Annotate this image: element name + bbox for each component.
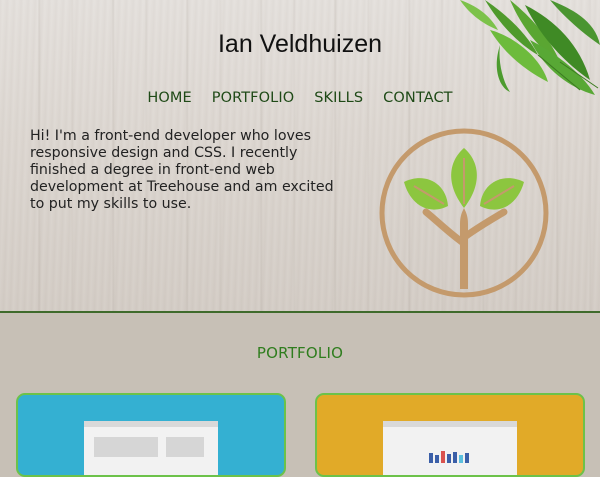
mockup-block [94, 437, 158, 457]
layout-mockup-icon [84, 421, 218, 475]
bar-graphic-icon [429, 451, 469, 463]
portfolio-heading: PORTFOLIO [256, 344, 344, 362]
portfolio-card-2[interactable] [315, 393, 585, 477]
main-nav: HOME PORTFOLIO SKILLS CONTACT [0, 90, 600, 106]
intro-text: Hi! I'm a front-end developer who loves … [30, 128, 334, 212]
chart-mockup-icon [383, 421, 517, 475]
nav-home-link[interactable]: HOME [137, 90, 201, 106]
plant-logo-icon [379, 128, 549, 298]
site-title: Ian Veldhuizen [217, 30, 383, 58]
nav-portfolio-link[interactable]: PORTFOLIO [202, 90, 304, 106]
mockup-block [166, 437, 204, 457]
section-divider [0, 311, 600, 313]
portfolio-card-1[interactable] [16, 393, 286, 477]
nav-skills-link[interactable]: SKILLS [304, 90, 373, 106]
nav-contact-link[interactable]: CONTACT [373, 90, 462, 106]
hero-section: Ian Veldhuizen HOME PORTFOLIO SKILLS CON… [0, 0, 600, 311]
